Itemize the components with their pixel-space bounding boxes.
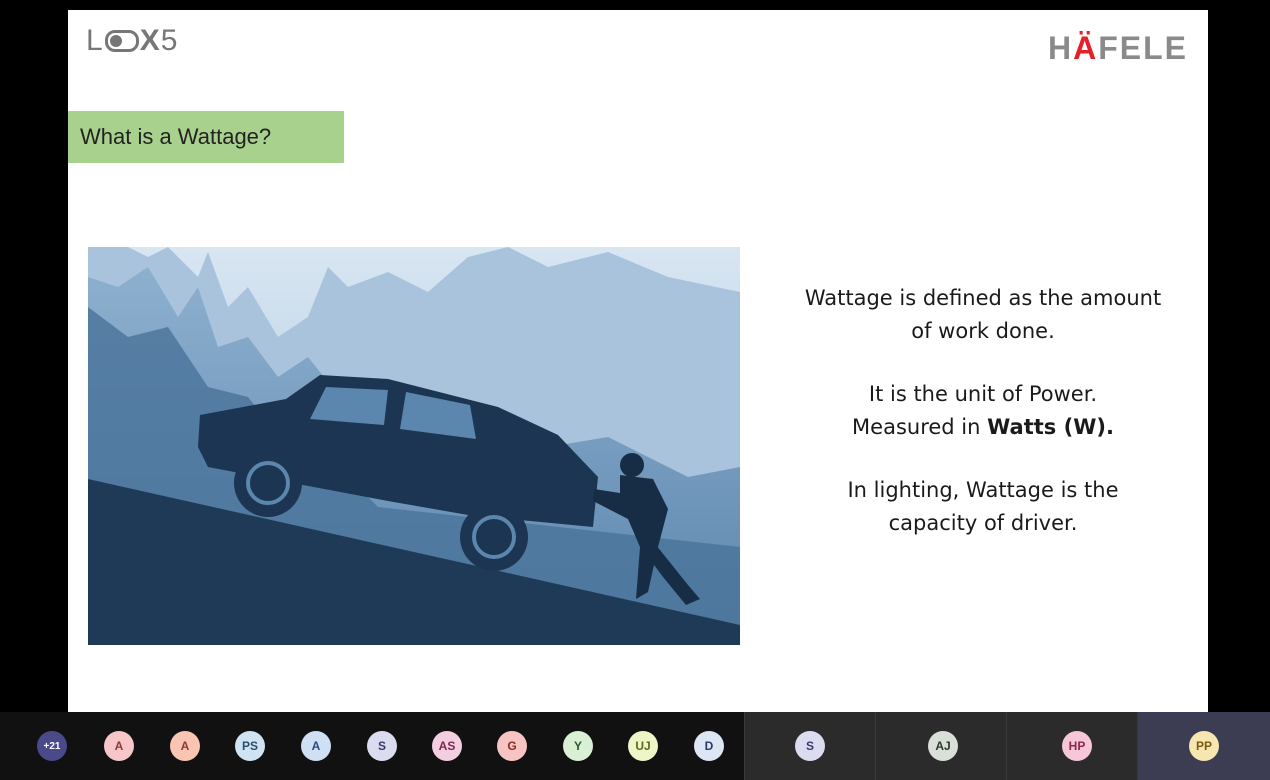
- slide-body-text: Wattage is defined as the amount of work…: [803, 282, 1163, 570]
- car-pushing-illustration: [88, 247, 740, 645]
- participant-avatar[interactable]: D: [694, 731, 724, 761]
- presentation-slide: L X5 HÄFELE What is a Wattage? Wattage i…: [68, 10, 1208, 712]
- logo-letter-x: X: [139, 24, 161, 57]
- loox5-logo: L X5: [86, 24, 178, 58]
- slide-title: What is a Wattage?: [68, 111, 344, 163]
- participant-avatar: S: [795, 731, 825, 761]
- participant-avatar: AJ: [928, 731, 958, 761]
- participant-avatar[interactable]: AS: [432, 731, 462, 761]
- logo-pill-icon: [104, 30, 139, 52]
- more-participants-avatar[interactable]: +21: [37, 731, 67, 761]
- lighting-paragraph: In lighting, Wattage is the capacity of …: [847, 478, 1119, 535]
- measured-in-label: Measured in: [852, 415, 988, 439]
- participant-tile[interactable]: S: [744, 712, 875, 780]
- hafele-logo-accent: Ä: [1073, 30, 1099, 66]
- participant-avatar: PP: [1189, 731, 1219, 761]
- definition-paragraph: Wattage is defined as the amount of work…: [804, 286, 1162, 343]
- logo-number: 5: [160, 24, 179, 57]
- participant-tile[interactable]: HP: [1006, 712, 1137, 780]
- participant-avatar[interactable]: G: [497, 731, 527, 761]
- participant-avatar[interactable]: Y: [563, 731, 593, 761]
- participant-avatar[interactable]: UJ: [628, 731, 658, 761]
- participant-avatar[interactable]: A: [301, 731, 331, 761]
- slide-title-text: What is a Wattage?: [80, 124, 272, 149]
- unit-line: It is the unit of Power.: [868, 382, 1098, 406]
- participant-avatar[interactable]: A: [104, 731, 134, 761]
- participant-tile[interactable]: AJ: [875, 712, 1006, 780]
- hafele-logo-h: H: [1048, 30, 1074, 66]
- participant-avatar[interactable]: A: [170, 731, 200, 761]
- logo-letter-l: L: [86, 24, 104, 57]
- unit-paragraph: It is the unit of Power. Measured in Wat…: [803, 378, 1163, 444]
- participant-avatar: HP: [1062, 731, 1092, 761]
- hafele-logo: HÄFELE: [1048, 30, 1188, 67]
- participant-tile-active[interactable]: PP: [1137, 712, 1270, 780]
- participant-avatar[interactable]: S: [367, 731, 397, 761]
- hafele-logo-rest: FELE: [1098, 30, 1188, 66]
- participant-avatar[interactable]: PS: [235, 731, 265, 761]
- participants-bar: +21 A A PS A S AS G Y UJ D S AJ HP PP: [0, 712, 1270, 780]
- watts-unit: Watts (W).: [987, 415, 1114, 439]
